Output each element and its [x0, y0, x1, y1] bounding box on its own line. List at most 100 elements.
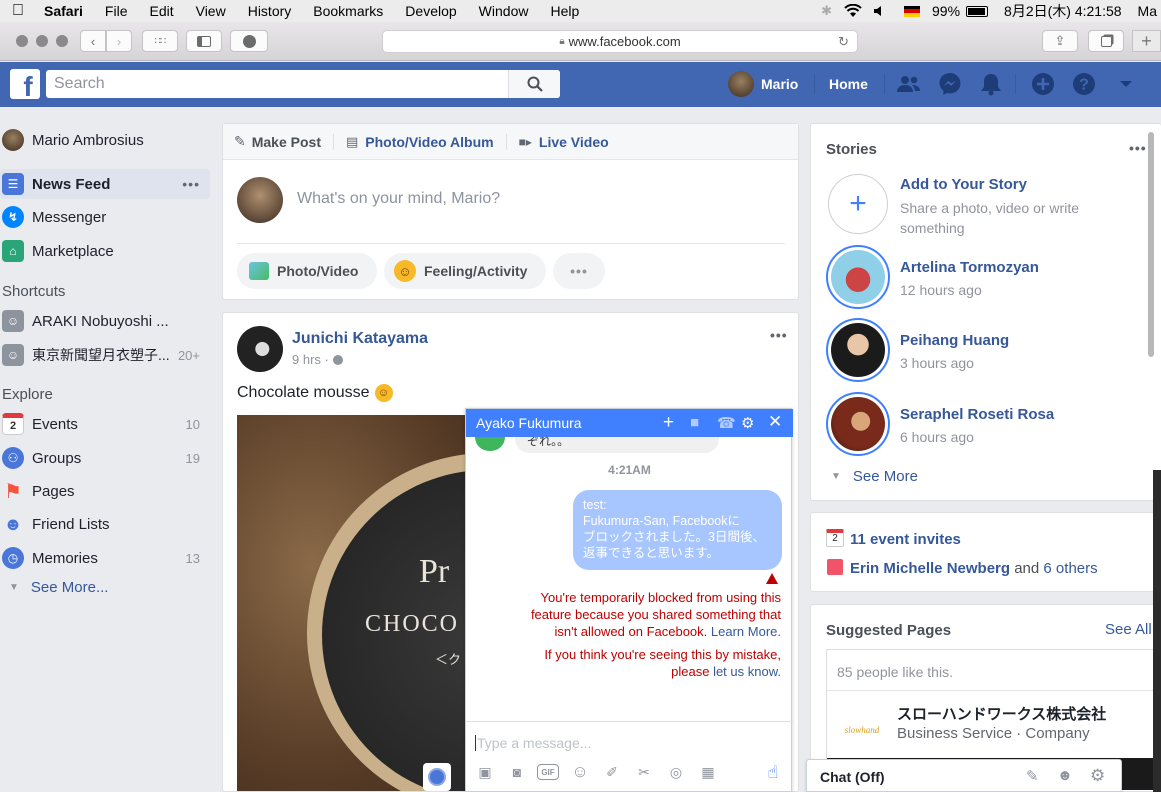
story-avatar[interactable] — [826, 318, 890, 382]
wifi-icon[interactable] — [844, 4, 862, 18]
friend-requests-button[interactable] — [896, 71, 922, 97]
sidebar-item-news-feed[interactable]: ☰ News Feed ••• — [0, 169, 210, 199]
message-input[interactable]: Type a message... — [475, 735, 591, 751]
add-story-button[interactable]: + — [828, 174, 888, 234]
translate-button[interactable] — [423, 763, 451, 791]
sidebar-item-groups[interactable]: ⚇ Groups 19 — [0, 443, 210, 473]
menu-edit[interactable]: Edit — [149, 3, 173, 19]
create-group-icon[interactable]: ☻ — [1057, 767, 1073, 784]
story-avatar[interactable] — [826, 392, 890, 456]
phone-call-icon[interactable]: ☎ — [717, 414, 736, 432]
stories-options-button[interactable]: ••• — [1129, 140, 1147, 156]
post-photo[interactable]: Pr CHOCO ＜ク — [237, 415, 487, 791]
games-icon[interactable]: ▦ — [697, 761, 719, 783]
search-button[interactable] — [508, 70, 560, 98]
forward-button[interactable]: › — [106, 30, 132, 52]
new-tab-button[interactable]: + — [1132, 30, 1161, 52]
see-all-link[interactable]: See All — [1105, 621, 1152, 638]
let-us-know-link[interactable]: let us know. — [713, 664, 781, 679]
sidebar-item-shortcut[interactable]: ☺ ARAKI Nobuyoshi ... — [0, 306, 210, 336]
account-menu-button[interactable] — [1113, 71, 1139, 97]
composer-more-button[interactable]: ••• — [553, 253, 605, 289]
composer-input[interactable]: What's on your mind, Mario? — [297, 190, 500, 208]
sidebar-item-shortcut[interactable]: ☺ 東京新聞望月衣塑子... 20+ — [0, 340, 210, 370]
birthday-name-link[interactable]: Erin Michelle Newberg — [850, 560, 1010, 577]
bluetooth-icon[interactable]: ✱ — [821, 3, 832, 19]
tab-live-video[interactable]: ■▸ Live Video — [519, 134, 609, 150]
camera-icon[interactable]: ◎ — [665, 761, 687, 783]
menu-bookmarks[interactable]: Bookmarks — [313, 3, 383, 19]
emoji-icon[interactable]: ☺ — [569, 761, 591, 783]
back-button[interactable]: ‹ — [80, 30, 106, 52]
sidebar-button[interactable] — [186, 30, 222, 52]
privacy-extension-button[interactable] — [230, 30, 268, 52]
others-link[interactable]: 6 others — [1043, 560, 1097, 577]
story-avatar[interactable] — [826, 245, 890, 309]
story-name[interactable]: Seraphel Roseti Rosa — [900, 406, 1054, 423]
clock[interactable]: 8月2日(木) 4:21:58 — [1004, 1, 1122, 21]
user-avatar[interactable] — [728, 71, 754, 97]
help-button[interactable]: ? — [1071, 71, 1097, 97]
post-time[interactable]: 9 hrs · — [292, 352, 329, 367]
payment-icon[interactable]: ✂ — [633, 761, 655, 783]
menu-safari[interactable]: Safari — [44, 3, 83, 19]
add-person-icon[interactable]: + — [663, 412, 674, 434]
paperclip-icon[interactable]: ✐ — [601, 761, 623, 783]
photo-attach-icon[interactable]: ▣ — [474, 761, 496, 783]
gif-icon[interactable]: GIF — [537, 764, 559, 780]
tab-make-post[interactable]: ✎ Make Post — [234, 133, 321, 150]
reload-icon[interactable]: ↻ — [838, 34, 849, 50]
german-flag-icon[interactable] — [904, 5, 921, 17]
event-invites-link[interactable]: 11 event invites — [850, 531, 961, 548]
menu-file[interactable]: File — [105, 3, 128, 19]
sidebar-more-icon[interactable]: ••• — [182, 176, 200, 192]
volume-icon[interactable] — [874, 5, 886, 17]
learn-more-link[interactable]: Learn More. — [711, 624, 781, 639]
menu-help[interactable]: Help — [550, 3, 579, 19]
page-logo[interactable]: slowhand — [837, 705, 887, 755]
menu-history[interactable]: History — [248, 3, 292, 19]
post-options-button[interactable]: ••• — [770, 327, 788, 343]
sidebar-item-pages[interactable]: ⚑ Pages — [0, 476, 210, 506]
story-name[interactable]: Peihang Huang — [900, 332, 1009, 349]
zoom-window-button[interactable] — [56, 35, 68, 47]
battery-icon[interactable] — [966, 5, 989, 17]
story-name[interactable]: Artelina Tormozyan — [900, 259, 1039, 276]
page-name-link[interactable]: スローハンドワークス株式会社 — [897, 703, 1106, 724]
photo-video-button[interactable]: Photo/Video — [237, 253, 377, 289]
messenger-button[interactable] — [937, 71, 963, 97]
tab-photo-album[interactable]: ▤ Photo/Video Album — [346, 134, 494, 150]
facebook-logo[interactable]: f — [10, 69, 40, 99]
gear-icon[interactable]: ⚙ — [741, 414, 754, 432]
thumbs-up-icon[interactable]: ☝ — [762, 761, 784, 783]
close-icon[interactable]: ✕ — [768, 412, 782, 432]
scrollbar[interactable] — [1148, 132, 1154, 357]
sidebar-item-friend-lists[interactable]: ☻ Friend Lists — [0, 509, 210, 539]
close-window-button[interactable] — [16, 35, 28, 47]
menu-view[interactable]: View — [196, 3, 226, 19]
chat-sidebar-bar[interactable]: Chat (Off) ✎ ☻ ⚙ — [806, 759, 1122, 792]
sidebar-item-events[interactable]: 2 Events 10 — [0, 409, 210, 439]
minimize-window-button[interactable] — [36, 35, 48, 47]
create-button[interactable] — [1030, 71, 1056, 97]
stories-see-more[interactable]: ▼ See More — [831, 468, 918, 485]
menu-develop[interactable]: Develop — [405, 3, 456, 19]
post-author-name[interactable]: Junichi Katayama — [292, 330, 428, 348]
address-bar[interactable]: 🔒︎ www.facebook.com ↻ — [382, 30, 858, 53]
add-story-title[interactable]: Add to Your Story — [900, 176, 1027, 193]
menu-window[interactable]: Window — [479, 3, 529, 19]
menubar-user[interactable]: Ma — [1138, 3, 1157, 19]
share-button[interactable]: ⇪ — [1042, 30, 1078, 52]
top-sites-button[interactable]: ∷∷ — [142, 30, 178, 52]
post-author-avatar[interactable] — [237, 326, 283, 372]
notifications-button[interactable] — [978, 71, 1004, 97]
sidebar-item-memories[interactable]: ◷ Memories 13 — [0, 543, 210, 573]
tabs-overview-button[interactable] — [1088, 30, 1124, 52]
apple-menu-icon[interactable]:  — [12, 2, 24, 20]
home-link[interactable]: Home — [829, 76, 868, 92]
sticker-icon[interactable]: ◙ — [506, 761, 528, 783]
video-call-icon[interactable]: ■ — [690, 414, 699, 431]
chat-contact-name[interactable]: Ayako Fukumura — [476, 415, 582, 431]
sidebar-see-more[interactable]: ▼ See More... — [0, 572, 210, 602]
sidebar-item-messenger[interactable]: ↯ Messenger — [0, 202, 210, 232]
